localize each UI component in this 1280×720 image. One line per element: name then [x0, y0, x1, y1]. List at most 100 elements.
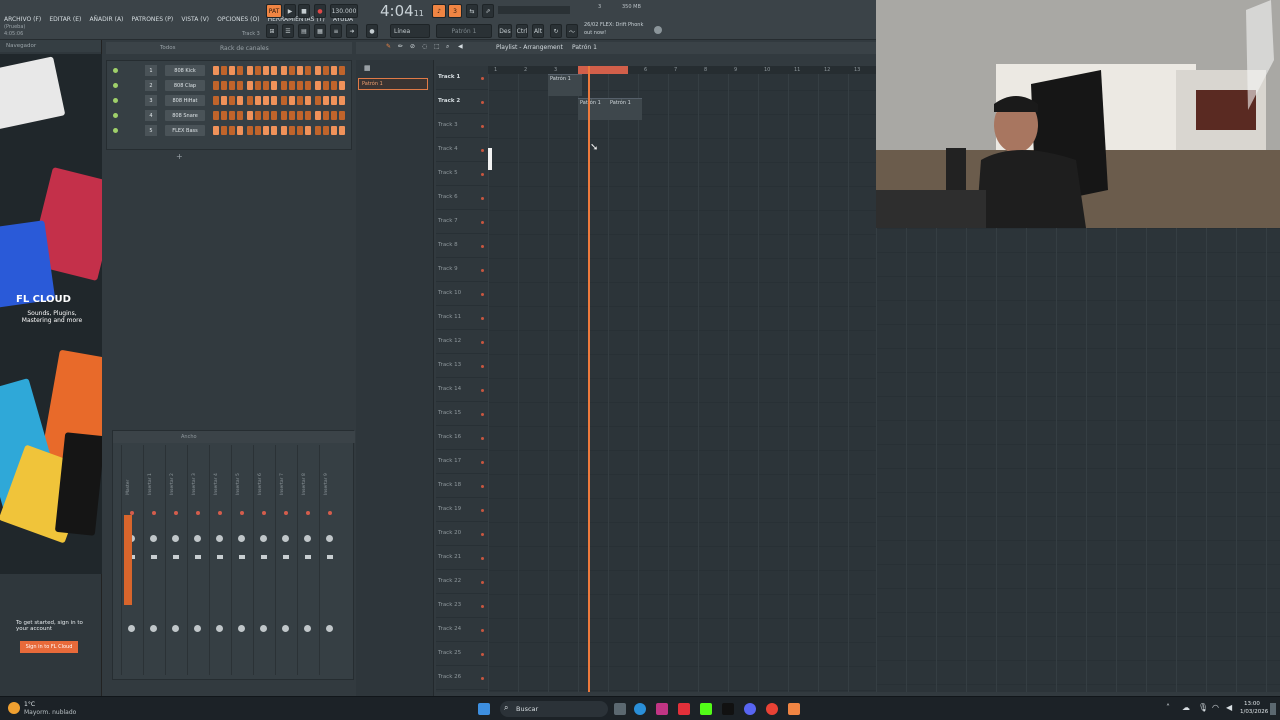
- track-header[interactable]: Track 8: [436, 234, 488, 258]
- clock-time[interactable]: 13:00: [1244, 701, 1260, 707]
- youtube-icon[interactable]: [678, 703, 690, 715]
- step-button[interactable]: [289, 66, 295, 75]
- mixer-send-knob[interactable]: [150, 625, 157, 632]
- channel-name-button[interactable]: 808 Kick: [165, 65, 205, 76]
- mixer-send-knob[interactable]: [172, 625, 179, 632]
- step-button[interactable]: [213, 81, 219, 90]
- step-button[interactable]: [221, 126, 227, 135]
- channel-number[interactable]: 3: [145, 95, 157, 106]
- mixer-volume-fader[interactable]: [195, 555, 201, 559]
- mixer-mute-led[interactable]: [284, 511, 288, 515]
- track-header[interactable]: Track 15: [436, 402, 488, 426]
- step-button[interactable]: [297, 111, 303, 120]
- arrow-icon[interactable]: ➜: [346, 24, 358, 38]
- step-button[interactable]: [255, 111, 261, 120]
- alt-button[interactable]: Alt: [532, 24, 544, 38]
- step-button[interactable]: [289, 126, 295, 135]
- ctrl-button[interactable]: Ctrl: [516, 24, 528, 38]
- step-button[interactable]: [281, 111, 287, 120]
- tray-chevron-icon[interactable]: ˄: [1166, 703, 1170, 712]
- pattern-clip[interactable]: Patrón 1: [578, 98, 612, 120]
- step-button[interactable]: [331, 96, 337, 105]
- track-header[interactable]: Track 6: [436, 186, 488, 210]
- track-mute-dot[interactable]: [481, 365, 484, 368]
- metronome-button[interactable]: ♪: [432, 4, 446, 18]
- refresh-icon[interactable]: ↻: [550, 24, 562, 38]
- channel-mute-led[interactable]: [113, 98, 118, 103]
- track-header[interactable]: Track 16: [436, 426, 488, 450]
- weather-icon[interactable]: [8, 702, 20, 714]
- step-button[interactable]: [305, 126, 311, 135]
- pattern-select[interactable]: Patrón 1: [436, 24, 492, 38]
- track-header[interactable]: Track 14: [436, 378, 488, 402]
- step-button[interactable]: [331, 111, 337, 120]
- step-button[interactable]: [323, 96, 329, 105]
- step-button[interactable]: [213, 66, 219, 75]
- notification-icon[interactable]: [1270, 703, 1276, 715]
- snap-select[interactable]: Línea: [390, 24, 430, 38]
- step-button[interactable]: [237, 111, 243, 120]
- mixer-mute-led[interactable]: [218, 511, 222, 515]
- step-button[interactable]: [263, 66, 269, 75]
- mixer-volume-fader[interactable]: [283, 555, 289, 559]
- channel-number[interactable]: 2: [145, 80, 157, 91]
- track-mute-dot[interactable]: [481, 341, 484, 344]
- track-mute-dot[interactable]: [481, 197, 484, 200]
- step-button[interactable]: [229, 111, 235, 120]
- taskview-icon[interactable]: [614, 703, 626, 715]
- edge-icon[interactable]: [634, 703, 646, 715]
- step-button[interactable]: [263, 126, 269, 135]
- track-mute-dot[interactable]: [481, 557, 484, 560]
- track-mute-dot[interactable]: [481, 173, 484, 176]
- track-mute-dot[interactable]: [481, 461, 484, 464]
- step-button[interactable]: [339, 126, 345, 135]
- step-button[interactable]: [263, 111, 269, 120]
- mixer-insert-strip[interactable]: Insertar 4: [209, 445, 229, 675]
- menu-view[interactable]: VISTA (V): [181, 16, 209, 23]
- mixer-insert-strip[interactable]: Insertar 6: [253, 445, 273, 675]
- mixer-pan-knob[interactable]: [326, 535, 333, 542]
- track-mute-dot[interactable]: [481, 437, 484, 440]
- news-line-1[interactable]: 26/02 FLEX: Drift Phonk: [584, 22, 643, 28]
- timeline-ruler[interactable]: 12345678910111213: [488, 66, 876, 74]
- cloud-icon[interactable]: ☁: [1182, 703, 1190, 712]
- weather-desc[interactable]: Mayorm. nublado: [24, 709, 76, 716]
- chrome-icon[interactable]: [766, 703, 778, 715]
- step-button[interactable]: [331, 126, 337, 135]
- paint-tool-icon[interactable]: ✏: [398, 43, 403, 50]
- step-button[interactable]: [221, 111, 227, 120]
- step-button[interactable]: [323, 111, 329, 120]
- step-button[interactable]: [229, 66, 235, 75]
- track-header[interactable]: Track 17: [436, 450, 488, 474]
- mixer-mute-led[interactable]: [152, 511, 156, 515]
- track-mute-dot[interactable]: [481, 77, 484, 80]
- mixer-send-knob[interactable]: [216, 625, 223, 632]
- step-button[interactable]: [323, 126, 329, 135]
- channel-name-button[interactable]: 808 HiHat: [165, 95, 205, 106]
- track-mute-dot[interactable]: [481, 581, 484, 584]
- track-header[interactable]: Track 18: [436, 474, 488, 498]
- step-button[interactable]: [213, 126, 219, 135]
- step-button[interactable]: [315, 111, 321, 120]
- menu-edit[interactable]: EDITAR (E): [49, 16, 81, 23]
- track-mute-dot[interactable]: [481, 389, 484, 392]
- clock-date[interactable]: 1/03/2026: [1240, 709, 1268, 715]
- track-mute-dot[interactable]: [481, 677, 484, 680]
- track-mute-dot[interactable]: [481, 221, 484, 224]
- pattern-clip[interactable]: Patrón 1: [548, 74, 582, 96]
- mixer-volume-fader[interactable]: [261, 555, 267, 559]
- track-mute-dot[interactable]: [481, 413, 484, 416]
- track-header[interactable]: Track 13: [436, 354, 488, 378]
- step-button[interactable]: [297, 126, 303, 135]
- step-button[interactable]: [237, 66, 243, 75]
- track-header[interactable]: Track 10: [436, 282, 488, 306]
- step-button[interactable]: [323, 66, 329, 75]
- tiktok-icon[interactable]: [722, 703, 734, 715]
- step-button[interactable]: [229, 126, 235, 135]
- menu-options[interactable]: OPCIONES (O): [217, 16, 259, 23]
- mixer-volume-fader[interactable]: [173, 555, 179, 559]
- mixer-send-knob[interactable]: [304, 625, 311, 632]
- track-header[interactable]: Track 21: [436, 546, 488, 570]
- kick-icon[interactable]: [700, 703, 712, 715]
- track-mute-dot[interactable]: [481, 245, 484, 248]
